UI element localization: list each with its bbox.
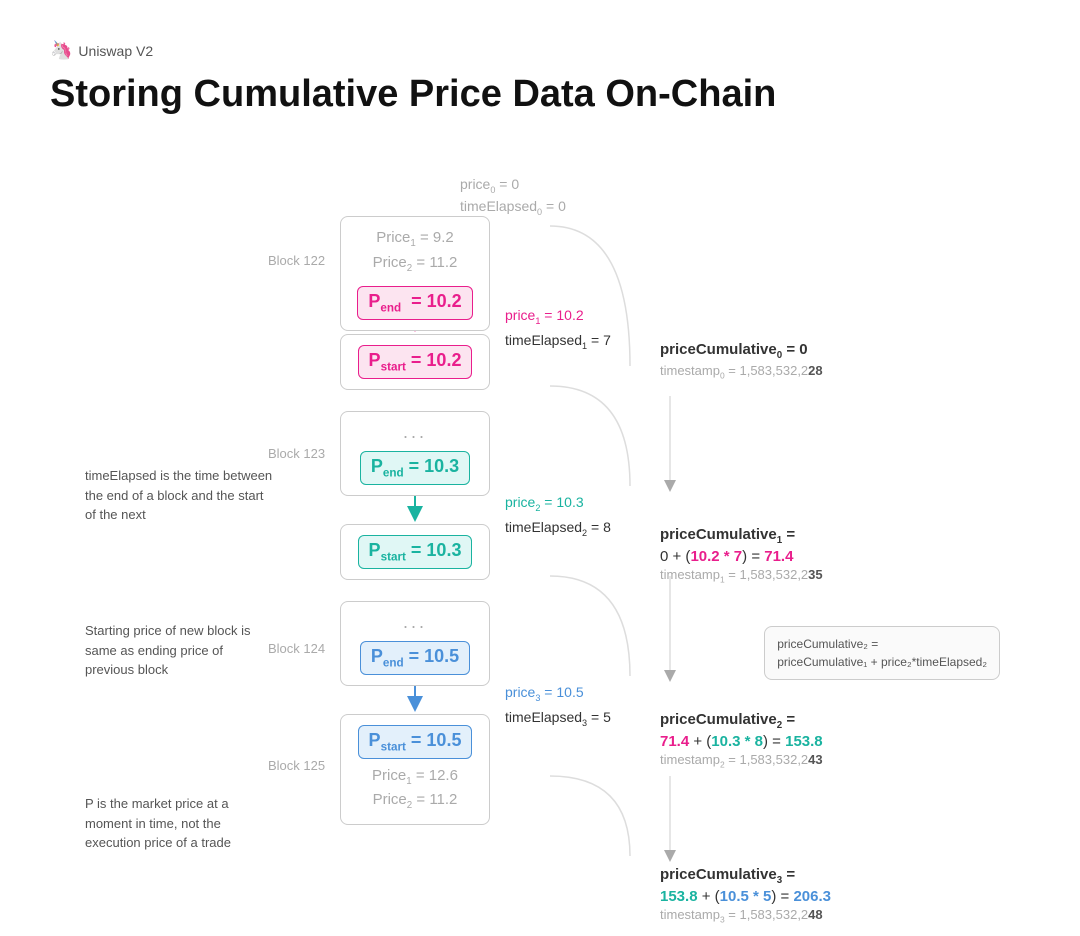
block124-dots: ...: [355, 612, 475, 633]
block124-pend-box: ... Pend = 10.5: [340, 601, 490, 686]
block125-label: Block 125: [268, 758, 325, 773]
block122-pend: Pend = 10.2: [357, 286, 472, 320]
block125-pstart-box: Pstart = 10.5 Price1 = 12.6 Price2 = 11.…: [340, 714, 490, 825]
block122-price2: Price2 = 11.2: [355, 252, 475, 277]
block125-price2: Price2 = 11.2: [355, 789, 475, 814]
block122-label: Block 122: [268, 253, 325, 268]
annotation-startingprice: Starting price of new block is same as e…: [85, 621, 275, 680]
brand-icon: 🦄: [50, 40, 72, 61]
formula-box: priceCumulative₂ = priceCumulative₁ + pr…: [764, 626, 1000, 680]
transition1-labels: price1 = 10.2 timeElapsed1 = 7: [505, 304, 611, 355]
annotation-timeelapsed: timeElapsed is the time between the end …: [85, 466, 275, 525]
brand-name: Uniswap V2: [78, 43, 153, 59]
cumulative1: priceCumulative1 = 0 + (10.2 * 7) = 71.4…: [660, 526, 823, 585]
block123-dots: ...: [355, 422, 475, 443]
initial-timeElapsed0: timeElapsed0 = 0: [460, 198, 566, 217]
transition2-labels: price2 = 10.3 timeElapsed2 = 8: [505, 491, 611, 542]
block123-label: Block 123: [268, 446, 325, 461]
block124-pstart: Pstart = 10.3: [358, 535, 473, 569]
diagram: price0 = 0 timeElapsed0 = 0 Price1 = 9.2…: [50, 146, 1030, 896]
block124-pstart-box: Pstart = 10.3: [340, 524, 490, 580]
initial-price0: price0 = 0: [460, 176, 519, 195]
formula-line1: priceCumulative₂ =: [777, 635, 987, 653]
formula-line2: priceCumulative₁ + price₂*timeElapsed₂: [777, 653, 987, 671]
brand-row: 🦄 Uniswap V2: [50, 40, 1030, 61]
block124-pend: Pend = 10.5: [360, 641, 470, 675]
block122-price1: Price1 = 9.2: [355, 227, 475, 252]
transition3-labels: price3 = 10.5 timeElapsed3 = 5: [505, 681, 611, 732]
block124-label: Block 124: [268, 641, 325, 656]
block123-pstart-box: Pstart = 10.2: [340, 334, 490, 390]
block123-pend-box: ... Pend = 10.3: [340, 411, 490, 496]
annotation-pmarket: P is the market price at a moment in tim…: [85, 794, 275, 853]
block125-price1: Price1 = 12.6: [355, 765, 475, 790]
cumulative0: priceCumulative0 = 0 timestamp0 = 1,583,…: [660, 341, 823, 381]
cumulative2: priceCumulative2 = 71.4 + (10.3 * 8) = 1…: [660, 711, 823, 770]
block123-pstart: Pstart = 10.2: [358, 345, 473, 379]
block-122-box: Price1 = 9.2 Price2 = 11.2 Pend = 10.2: [340, 216, 490, 331]
cumulative3: priceCumulative3 = 153.8 + (10.5 * 5) = …: [660, 866, 831, 925]
block123-pend: Pend = 10.3: [360, 451, 470, 485]
page-title: Storing Cumulative Price Data On-Chain: [50, 73, 1030, 116]
block125-pstart: Pstart = 10.5: [358, 725, 473, 759]
